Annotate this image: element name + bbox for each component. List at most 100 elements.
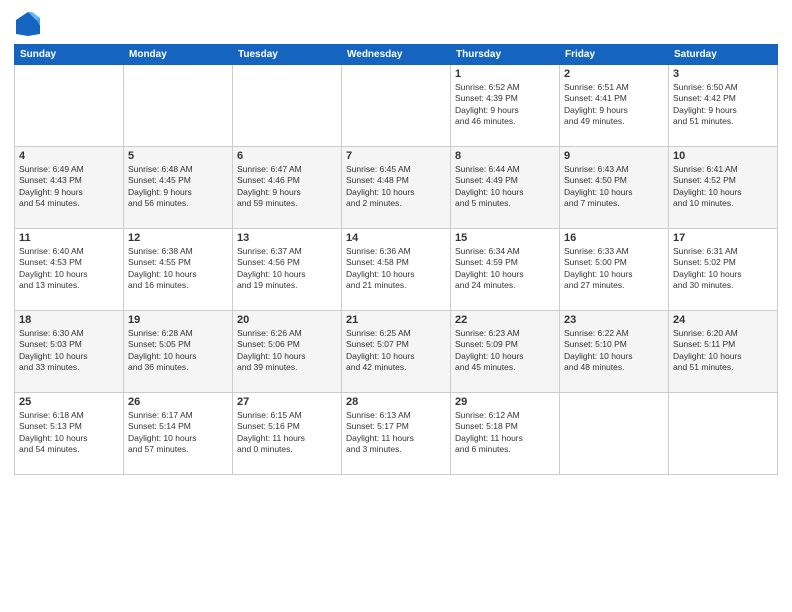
calendar-cell: 6 Sunrise: 6:47 AM Sunset: 4:46 PM Daylig… (233, 147, 342, 229)
day-number: 15 (455, 232, 555, 244)
header (14, 10, 778, 38)
day-number: 10 (673, 150, 773, 162)
calendar-header-friday: Friday (560, 45, 669, 65)
day-info: Sunrise: 6:28 AM Sunset: 5:05 PM Dayligh… (128, 328, 228, 374)
day-info: Sunrise: 6:36 AM Sunset: 4:58 PM Dayligh… (346, 246, 446, 292)
calendar-cell: 2Sunrise: 6:51 AM Sunset: 4:41 PM Daylig… (560, 65, 669, 147)
calendar-cell: 16 Sunrise: 6:33 AM Sunset: 5:00 PM Dayli… (560, 229, 669, 311)
calendar-cell: 11Sunrise: 6:40 AM Sunset: 4:53 PM Dayli… (15, 229, 124, 311)
calendar-header-thursday: Thursday (451, 45, 560, 65)
calendar-cell: 9 Sunrise: 6:43 AM Sunset: 4:50 PM Daylig… (560, 147, 669, 229)
day-number: 28 (346, 396, 446, 408)
day-info: Sunrise: 6:52 AM Sunset: 4:39 PM Dayligh… (455, 82, 555, 128)
calendar-cell: 24 Sunrise: 6:20 AM Sunset: 5:11 PM Dayli… (669, 311, 778, 393)
day-number: 5 (128, 150, 228, 162)
calendar-cell: 20Sunrise: 6:26 AM Sunset: 5:06 PM Dayli… (233, 311, 342, 393)
day-info: Sunrise: 6:47 AM Sunset: 4:46 PM Dayligh… (237, 164, 337, 210)
calendar-cell: 19 Sunrise: 6:28 AM Sunset: 5:05 PM Dayli… (124, 311, 233, 393)
calendar-cell: 10 Sunrise: 6:41 AM Sunset: 4:52 PM Dayli… (669, 147, 778, 229)
calendar-cell: 14 Sunrise: 6:36 AM Sunset: 4:58 PM Dayli… (342, 229, 451, 311)
calendar-cell (15, 65, 124, 147)
day-info: Sunrise: 6:17 AM Sunset: 5:14 PM Dayligh… (128, 410, 228, 456)
calendar-cell: 8 Sunrise: 6:44 AM Sunset: 4:49 PM Daylig… (451, 147, 560, 229)
calendar-header-monday: Monday (124, 45, 233, 65)
day-info: Sunrise: 6:45 AM Sunset: 4:48 PM Dayligh… (346, 164, 446, 210)
logo-icon (14, 10, 42, 38)
day-number: 1 (455, 68, 555, 80)
day-info: Sunrise: 6:25 AM Sunset: 5:07 PM Dayligh… (346, 328, 446, 374)
calendar-cell: 29 Sunrise: 6:12 AM Sunset: 5:18 PM Dayli… (451, 393, 560, 475)
day-number: 9 (564, 150, 664, 162)
calendar-cell: 13 Sunrise: 6:37 AM Sunset: 4:56 PM Dayli… (233, 229, 342, 311)
day-info: Sunrise: 6:49 AM Sunset: 4:43 PM Dayligh… (19, 164, 119, 210)
day-number: 19 (128, 314, 228, 326)
day-number: 7 (346, 150, 446, 162)
day-number: 22 (455, 314, 555, 326)
day-info: Sunrise: 6:48 AM Sunset: 4:45 PM Dayligh… (128, 164, 228, 210)
day-number: 27 (237, 396, 337, 408)
day-number: 6 (237, 150, 337, 162)
calendar-cell (560, 393, 669, 475)
day-info: Sunrise: 6:12 AM Sunset: 5:18 PM Dayligh… (455, 410, 555, 456)
calendar-week-row-0: 1 Sunrise: 6:52 AM Sunset: 4:39 PM Daylig… (15, 65, 778, 147)
calendar-week-row-4: 25 Sunrise: 6:18 AM Sunset: 5:13 PM Dayli… (15, 393, 778, 475)
day-number: 25 (19, 396, 119, 408)
page: SundayMondayTuesdayWednesdayThursdayFrid… (0, 0, 792, 612)
day-info: Sunrise: 6:50 AM Sunset: 4:42 PM Dayligh… (673, 82, 773, 128)
calendar-table: SundayMondayTuesdayWednesdayThursdayFrid… (14, 44, 778, 475)
calendar-cell: 1 Sunrise: 6:52 AM Sunset: 4:39 PM Daylig… (451, 65, 560, 147)
day-number: 29 (455, 396, 555, 408)
day-info: Sunrise: 6:33 AM Sunset: 5:00 PM Dayligh… (564, 246, 664, 292)
day-info: Sunrise: 6:34 AM Sunset: 4:59 PM Dayligh… (455, 246, 555, 292)
calendar-cell: 22Sunrise: 6:23 AM Sunset: 5:09 PM Dayli… (451, 311, 560, 393)
day-info: Sunrise: 6:30 AM Sunset: 5:03 PM Dayligh… (19, 328, 119, 374)
calendar-cell: 18Sunrise: 6:30 AM Sunset: 5:03 PM Dayli… (15, 311, 124, 393)
calendar-cell: 15 Sunrise: 6:34 AM Sunset: 4:59 PM Dayli… (451, 229, 560, 311)
day-number: 12 (128, 232, 228, 244)
day-number: 3 (673, 68, 773, 80)
calendar-cell: 25 Sunrise: 6:18 AM Sunset: 5:13 PM Dayli… (15, 393, 124, 475)
day-number: 13 (237, 232, 337, 244)
day-number: 4 (19, 150, 119, 162)
day-info: Sunrise: 6:40 AM Sunset: 4:53 PM Dayligh… (19, 246, 119, 292)
calendar-cell: 4 Sunrise: 6:49 AM Sunset: 4:43 PM Daylig… (15, 147, 124, 229)
day-info: Sunrise: 6:20 AM Sunset: 5:11 PM Dayligh… (673, 328, 773, 374)
day-info: Sunrise: 6:37 AM Sunset: 4:56 PM Dayligh… (237, 246, 337, 292)
day-info: Sunrise: 6:38 AM Sunset: 4:55 PM Dayligh… (128, 246, 228, 292)
calendar-cell: 23 Sunrise: 6:22 AM Sunset: 5:10 PM Dayli… (560, 311, 669, 393)
calendar-cell (342, 65, 451, 147)
calendar-cell: 21Sunrise: 6:25 AM Sunset: 5:07 PM Dayli… (342, 311, 451, 393)
calendar-header-sunday: Sunday (15, 45, 124, 65)
calendar-cell: 28 Sunrise: 6:13 AM Sunset: 5:17 PM Dayli… (342, 393, 451, 475)
day-info: Sunrise: 6:44 AM Sunset: 4:49 PM Dayligh… (455, 164, 555, 210)
calendar-cell: 5 Sunrise: 6:48 AM Sunset: 4:45 PM Daylig… (124, 147, 233, 229)
day-info: Sunrise: 6:43 AM Sunset: 4:50 PM Dayligh… (564, 164, 664, 210)
day-number: 26 (128, 396, 228, 408)
day-info: Sunrise: 6:31 AM Sunset: 5:02 PM Dayligh… (673, 246, 773, 292)
day-number: 23 (564, 314, 664, 326)
day-number: 16 (564, 232, 664, 244)
day-info: Sunrise: 6:41 AM Sunset: 4:52 PM Dayligh… (673, 164, 773, 210)
day-number: 14 (346, 232, 446, 244)
calendar-cell: 26 Sunrise: 6:17 AM Sunset: 5:14 PM Dayli… (124, 393, 233, 475)
day-number: 8 (455, 150, 555, 162)
calendar-header-tuesday: Tuesday (233, 45, 342, 65)
day-number: 17 (673, 232, 773, 244)
calendar-week-row-1: 4 Sunrise: 6:49 AM Sunset: 4:43 PM Daylig… (15, 147, 778, 229)
calendar-cell (233, 65, 342, 147)
day-info: Sunrise: 6:22 AM Sunset: 5:10 PM Dayligh… (564, 328, 664, 374)
calendar-cell: 3 Sunrise: 6:50 AM Sunset: 4:42 PM Daylig… (669, 65, 778, 147)
day-number: 24 (673, 314, 773, 326)
day-info: Sunrise: 6:15 AM Sunset: 5:16 PM Dayligh… (237, 410, 337, 456)
calendar-week-row-3: 18Sunrise: 6:30 AM Sunset: 5:03 PM Dayli… (15, 311, 778, 393)
logo (14, 10, 46, 38)
day-info: Sunrise: 6:18 AM Sunset: 5:13 PM Dayligh… (19, 410, 119, 456)
calendar-cell (669, 393, 778, 475)
calendar-header-saturday: Saturday (669, 45, 778, 65)
calendar-header-wednesday: Wednesday (342, 45, 451, 65)
day-number: 2 (564, 68, 664, 80)
calendar-week-row-2: 11Sunrise: 6:40 AM Sunset: 4:53 PM Dayli… (15, 229, 778, 311)
day-info: Sunrise: 6:13 AM Sunset: 5:17 PM Dayligh… (346, 410, 446, 456)
calendar-cell (124, 65, 233, 147)
calendar-cell: 7 Sunrise: 6:45 AM Sunset: 4:48 PM Daylig… (342, 147, 451, 229)
